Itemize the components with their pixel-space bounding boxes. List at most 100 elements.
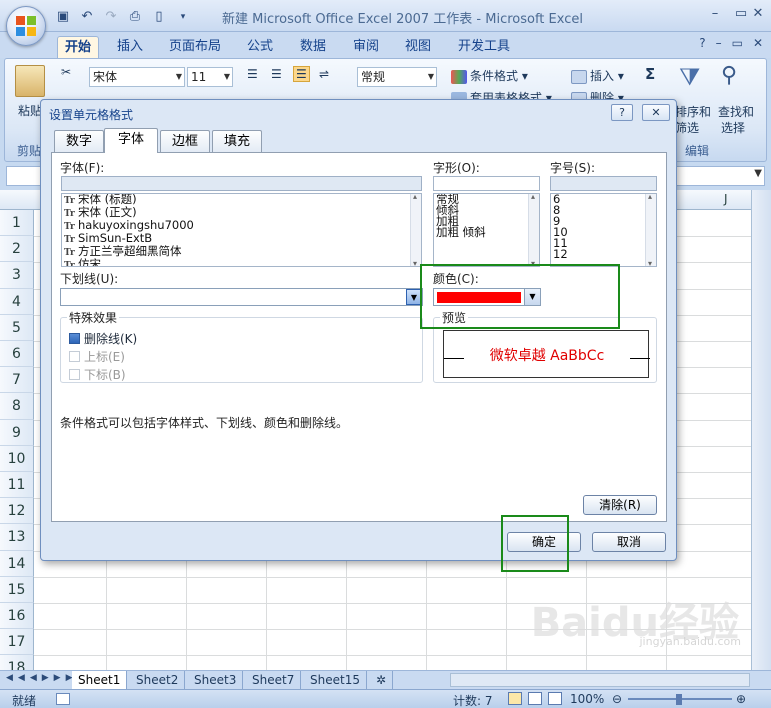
font-style-item[interactable]: 加粗 倾斜 [434,226,539,238]
help-icon[interactable]: ? [699,36,705,50]
row-header[interactable]: 1 [0,210,34,237]
font-size-list[interactable]: 6 8 9 10 11 12 [550,193,657,267]
font-size-item[interactable]: 6 [551,194,656,205]
sort-filter-label-2[interactable]: 筛选 [675,119,699,136]
dialog-close-button[interactable]: ✕ [642,104,670,121]
row-header[interactable]: 16 [0,603,34,630]
find-select-label-2[interactable]: 选择 [721,119,745,136]
find-select-label-1[interactable]: 查找和 [718,103,754,120]
font-style-scrollbar[interactable] [528,194,539,266]
row-header[interactable]: 13 [0,524,34,551]
macro-record-icon[interactable] [56,693,70,705]
expand-formula-bar-icon[interactable]: ▼ [754,168,762,179]
insert-sheet-icon[interactable]: ✲ [370,671,394,689]
ribbon-minimize-icon[interactable]: – [716,36,722,50]
cancel-button[interactable]: 取消 [592,532,666,552]
autosum-icon[interactable]: Σ [645,65,655,83]
font-list-item[interactable]: Tr 方正兰亭超细黑简体 [62,245,421,259]
row-header[interactable]: 14 [0,550,34,577]
save-icon[interactable]: ▣ [54,8,72,26]
zoom-slider-thumb[interactable] [676,694,682,705]
align-middle-icon[interactable]: ☰ [271,67,282,81]
row-header[interactable]: 2 [0,236,34,263]
tab-fill[interactable]: 填充 [212,130,262,152]
zoom-level[interactable]: 100% [570,692,604,706]
tab-border[interactable]: 边框 [160,130,210,152]
vertical-scrollbar[interactable] [751,190,771,670]
paste-icon[interactable] [15,65,45,97]
font-style-list[interactable]: 常规 倾斜 加粗 加粗 倾斜 [433,193,540,267]
insert-cells-button[interactable]: 插入 ▾ [571,67,624,84]
tab-page-layout[interactable]: 页面布局 [165,36,225,58]
horizontal-scrollbar[interactable] [450,673,750,687]
font-list-scrollbar[interactable] [410,194,421,266]
row-header[interactable]: 5 [0,314,34,341]
tab-developer[interactable]: 开发工具 [454,36,514,58]
tab-data[interactable]: 数据 [293,36,333,58]
font-size-scrollbar[interactable] [645,194,656,266]
page-layout-view-icon[interactable] [528,692,542,705]
row-header[interactable]: 4 [0,288,34,315]
superscript-checkbox[interactable]: 上标(E) [69,348,125,365]
subscript-checkbox[interactable]: 下标(B) [69,366,126,383]
sheet-tab-7[interactable]: Sheet7 [246,671,302,689]
row-header[interactable]: 6 [0,341,34,368]
row-header[interactable]: 3 [0,262,34,289]
conditional-format-button[interactable]: 条件格式 ▾ [451,67,528,84]
sheet-nav-arrows[interactable]: ◀◀◀▶▶▶ [6,673,78,683]
font-size-item[interactable]: 12 [551,248,656,260]
underline-select[interactable]: ▼ [60,288,423,306]
row-header[interactable]: 8 [0,393,34,420]
sheet-tab-2[interactable]: Sheet2 [130,671,186,689]
ribbon-close-icon[interactable]: ✕ [753,36,763,50]
number-format-combo[interactable]: 常规 ▼ [357,67,437,87]
font-size-item[interactable]: 8 [551,204,656,216]
redo-icon[interactable]: ↷ [102,8,120,26]
zoom-in-icon[interactable]: ⊕ [736,692,746,706]
new-document-icon[interactable]: ▯ [150,8,168,26]
minimize-button[interactable]: – [702,4,728,24]
font-list[interactable]: Tr 宋体 (标题) Tr 宋体 (正文) Tr hakuyoxingshu7000 … [61,193,422,267]
row-header[interactable]: 10 [0,445,34,472]
font-size-input[interactable] [550,176,657,191]
tab-formulas[interactable]: 公式 [240,36,280,58]
undo-icon[interactable]: ↶ [78,8,96,26]
tab-review[interactable]: 审阅 [346,36,386,58]
ribbon-restore-icon[interactable]: ▭ [732,36,743,50]
strikethrough-checkbox[interactable]: 删除线(K) [69,330,137,347]
cut-icon[interactable]: ✂ [61,65,71,79]
normal-view-icon[interactable] [508,692,522,705]
sheet-tab-3[interactable]: Sheet3 [188,671,244,689]
page-break-view-icon[interactable] [548,692,562,705]
row-header[interactable]: 17 [0,629,34,656]
row-header[interactable]: 15 [0,576,34,603]
font-list-item[interactable]: Tr 仿宋 [62,258,421,266]
close-button[interactable]: ✕ [745,4,771,24]
row-header[interactable]: 7 [0,367,34,394]
wrap-text-icon[interactable]: ⇌ [319,67,329,81]
row-header[interactable]: 9 [0,419,34,446]
row-header[interactable]: 11 [0,472,34,499]
row-header[interactable]: 12 [0,498,34,525]
sort-filter-label-1[interactable]: 排序和 [675,103,711,120]
column-header-j[interactable]: J [724,192,728,206]
tab-insert[interactable]: 插入 [110,36,150,58]
align-top-icon[interactable]: ☰ [247,67,258,81]
zoom-out-icon[interactable]: ⊖ [612,692,622,706]
dialog-help-button[interactable]: ? [611,104,633,121]
sheet-tab-1[interactable]: Sheet1 [72,671,128,689]
paste-button[interactable]: 粘贴 [18,102,42,119]
customize-toolbar-icon[interactable]: ▾ [174,8,192,26]
font-name-combo[interactable]: 宋体 ▼ [89,67,185,87]
align-bottom-icon[interactable]: ☰ [293,66,310,82]
binoculars-icon[interactable]: ⚲ [721,63,737,88]
font-input[interactable] [61,176,422,191]
font-size-combo[interactable]: 11 ▼ [187,67,233,87]
clear-button[interactable]: 清除(R) [583,495,657,515]
tab-number[interactable]: 数字 [54,130,104,152]
tab-font[interactable]: 字体 [104,128,158,153]
office-button[interactable] [6,6,46,46]
sheet-tab-15[interactable]: Sheet15 [304,671,367,689]
font-style-input[interactable] [433,176,540,191]
row-header[interactable]: 18 [0,655,34,670]
